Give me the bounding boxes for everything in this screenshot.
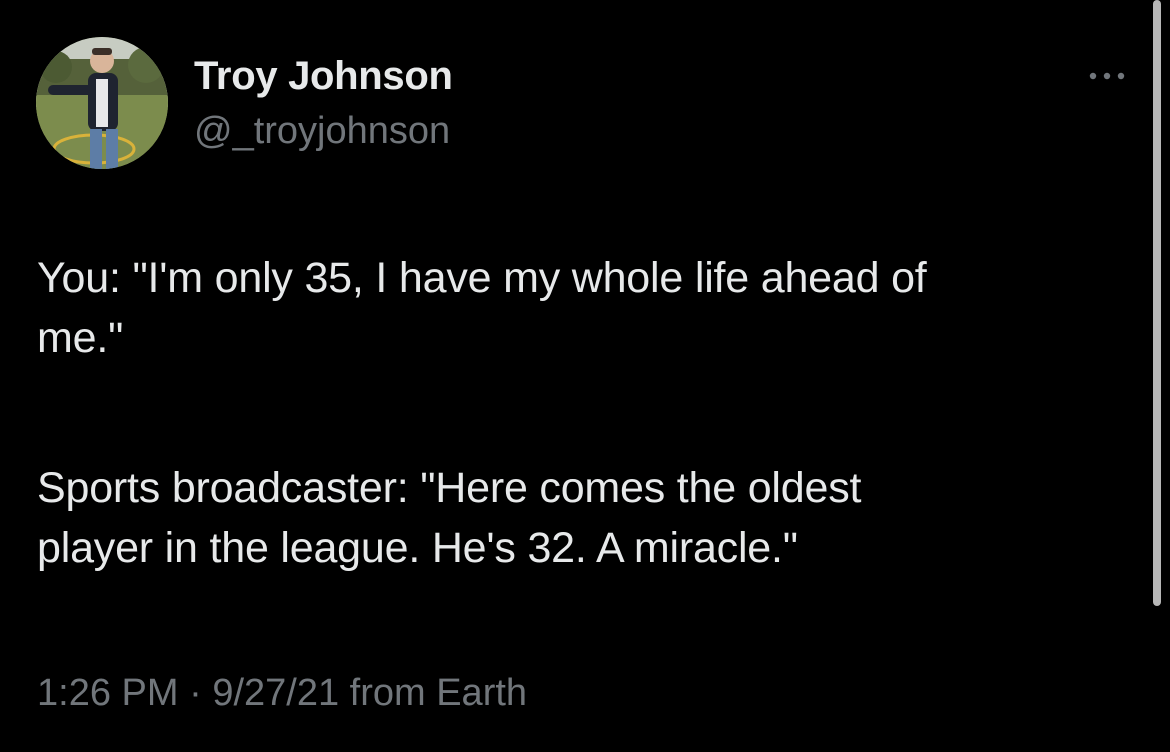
more-options-button[interactable]	[1082, 62, 1132, 92]
avatar-photo	[36, 37, 168, 169]
meta-separator: ·	[189, 672, 202, 714]
tweet-text-paragraph: You: "I'm only 35, I have my whole life …	[37, 254, 927, 362]
tweet-text-paragraph: Sports broadcaster: "Here comes the olde…	[37, 464, 862, 572]
author-handle[interactable]: @_troyjohnson	[194, 110, 450, 153]
avatar[interactable]	[36, 37, 168, 169]
tweet-meta: 1:26 PM · 9/27/21 from Earth	[37, 672, 527, 715]
tweet: Troy Johnson @_troyjohnson You: "I'm onl…	[0, 0, 1170, 752]
tweet-time[interactable]: 1:26 PM	[37, 672, 179, 714]
tweet-date-source[interactable]: 9/27/21 from Earth	[212, 672, 527, 714]
scrollbar[interactable]	[1153, 0, 1161, 606]
author-name[interactable]: Troy Johnson	[194, 54, 453, 99]
more-horizontal-icon	[1089, 72, 1125, 80]
